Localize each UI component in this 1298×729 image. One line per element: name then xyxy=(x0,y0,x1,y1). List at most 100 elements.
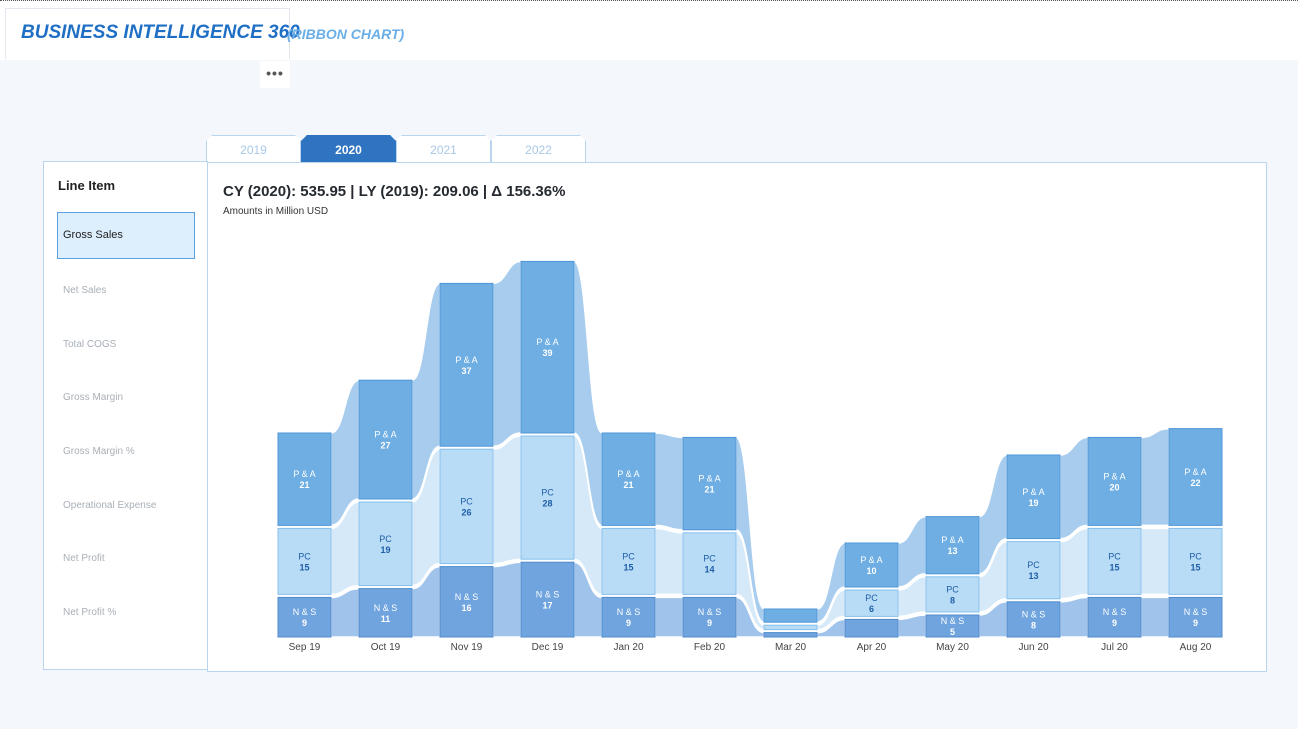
bar-series-label: P & A xyxy=(374,430,396,440)
x-tick-label: Apr 20 xyxy=(857,642,887,653)
ribbon-ns-9 xyxy=(1059,596,1089,638)
bar-series-label: P & A xyxy=(698,474,720,484)
bar-value-label: 26 xyxy=(461,507,471,517)
bar-series-label: P & A xyxy=(617,469,639,479)
bar-value-label: 15 xyxy=(299,562,309,572)
ribbon-pc-9 xyxy=(1059,527,1089,600)
bar-series-label: N & S xyxy=(941,616,965,626)
ribbon-pc-10 xyxy=(1140,527,1170,596)
bar-value-label: 11 xyxy=(381,614,391,624)
bar-series-label: P & A xyxy=(1022,487,1044,497)
bar-value-label: 16 xyxy=(461,603,471,613)
bar-series-label: P & A xyxy=(860,555,882,565)
bar-value-label: 14 xyxy=(704,565,714,575)
bar-series-label: N & S xyxy=(1184,607,1208,617)
ribbon-pc-4 xyxy=(654,527,684,596)
line-item-gross-margin-pct[interactable]: Gross Margin % xyxy=(57,428,195,475)
bar-series-label: N & S xyxy=(1022,609,1046,619)
bar-value-label: 19 xyxy=(380,545,390,555)
bar-value-label: 22 xyxy=(1190,478,1200,488)
line-item-panel: Line Item Gross Sales Net Sales Total CO… xyxy=(43,161,208,670)
tab-2019[interactable]: 2019 xyxy=(206,135,301,162)
bar-pa-7 xyxy=(844,542,899,588)
bar-series-label: P & A xyxy=(293,469,315,479)
x-tick-label: Nov 19 xyxy=(451,642,483,653)
tab-2021[interactable]: 2021 xyxy=(396,135,491,162)
bar-value-label: 9 xyxy=(626,618,631,628)
tab-2020[interactable]: 2020 xyxy=(301,135,396,162)
bar-ns-6 xyxy=(763,632,818,638)
bar-value-label: 8 xyxy=(1031,620,1036,630)
bar-series-label: PC xyxy=(946,584,959,594)
bar-value-label: 9 xyxy=(302,618,307,628)
ribbon-pa-7 xyxy=(897,515,927,588)
page-title: BUSINESS INTELLIGENCE 360 xyxy=(21,22,300,43)
bar-series-label: PC xyxy=(1189,551,1202,561)
bar-series-label: N & S xyxy=(293,607,317,617)
bar-value-label: 21 xyxy=(704,485,714,495)
line-item-net-profit-pct[interactable]: Net Profit % xyxy=(57,589,195,636)
bar-value-label: 8 xyxy=(950,595,955,605)
bar-value-label: 6 xyxy=(869,604,874,614)
x-tick-label: Dec 19 xyxy=(532,642,564,653)
line-item-net-profit[interactable]: Net Profit xyxy=(57,535,195,582)
bar-ns-7 xyxy=(844,618,899,638)
x-tick-label: Feb 20 xyxy=(694,642,726,653)
ribbon-chart: N & S9PC15P & A21Sep 19N & S11PC19P & A2… xyxy=(277,260,1223,653)
line-item-total-cogs[interactable]: Total COGS xyxy=(57,321,195,368)
bar-series-label: N & S xyxy=(374,603,398,613)
bar-series-label: P & A xyxy=(536,337,558,347)
bar-value-label: 19 xyxy=(1028,498,1038,508)
bar-series-label: N & S xyxy=(698,607,722,617)
ribbon-ns-10 xyxy=(1140,596,1170,638)
bar-value-label: 27 xyxy=(380,441,390,451)
bar-series-label: PC xyxy=(1108,551,1121,561)
bar-series-label: N & S xyxy=(455,592,479,602)
bar-value-label: 5 xyxy=(950,627,955,637)
x-tick-label: Jul 20 xyxy=(1101,642,1128,653)
bar-pa-6 xyxy=(763,608,818,623)
x-tick-label: Aug 20 xyxy=(1180,642,1212,653)
bar-value-label: 10 xyxy=(866,566,876,576)
bar-value-label: 9 xyxy=(1112,618,1117,628)
line-item-gross-margin[interactable]: Gross Margin xyxy=(57,374,195,421)
line-item-net-sales[interactable]: Net Sales xyxy=(57,267,195,314)
line-item-gross-sales[interactable]: Gross Sales xyxy=(57,212,195,259)
bar-value-label: 13 xyxy=(947,546,957,556)
x-tick-label: Jan 20 xyxy=(613,642,643,653)
bar-value-label: 9 xyxy=(707,618,712,628)
ribbon-ns-4 xyxy=(654,596,684,638)
bar-series-label: P & A xyxy=(1184,467,1206,477)
page-subtitle: (RIBBON CHART) xyxy=(287,26,405,42)
ribbon-pa-2 xyxy=(492,260,522,447)
ribbon-pc-2 xyxy=(492,435,522,565)
bar-value-label: 37 xyxy=(461,366,471,376)
ribbon-pa-4 xyxy=(654,432,684,531)
bar-series-label: N & S xyxy=(617,607,641,617)
ribbon-pa-10 xyxy=(1140,427,1170,527)
kpi-summary: CY (2020): 535.95 | LY (2019): 209.06 | … xyxy=(223,183,566,200)
bar-value-label: 15 xyxy=(1109,562,1119,572)
bar-value-label: 17 xyxy=(542,601,552,611)
line-item-operational-expense[interactable]: Operational Expense xyxy=(57,482,195,529)
bar-series-label: P & A xyxy=(1103,471,1125,481)
bar-series-label: N & S xyxy=(1103,607,1127,617)
x-tick-label: Mar 20 xyxy=(775,642,807,653)
bar-series-label: PC xyxy=(460,496,473,506)
bar-series-label: N & S xyxy=(536,590,560,600)
line-item-title: Line Item xyxy=(58,178,116,193)
x-tick-label: May 20 xyxy=(936,642,969,653)
bar-series-label: PC xyxy=(1027,560,1040,570)
x-tick-label: Oct 19 xyxy=(371,642,401,653)
bar-pa-11 xyxy=(1168,428,1223,526)
bar-value-label: 20 xyxy=(1109,482,1119,492)
bar-value-label: 21 xyxy=(299,480,309,490)
ribbon-ns-7 xyxy=(897,614,927,638)
units-note: Amounts in Million USD xyxy=(223,206,329,217)
bar-series-label: PC xyxy=(622,551,635,561)
ribbon-ns-2 xyxy=(492,561,522,638)
tab-2022[interactable]: 2022 xyxy=(491,135,586,162)
bar-series-label: P & A xyxy=(455,355,477,365)
more-options-button[interactable]: ••• xyxy=(260,61,290,88)
bar-value-label: 28 xyxy=(542,499,552,509)
